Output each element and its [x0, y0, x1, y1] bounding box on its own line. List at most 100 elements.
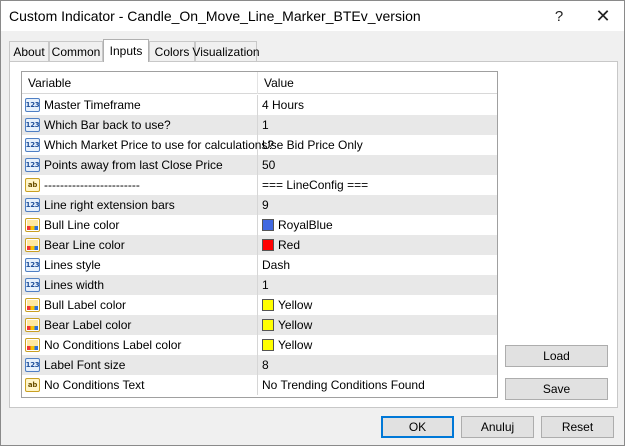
variable-label: No Conditions Label color [44, 338, 182, 352]
title-bar: Custom Indicator - Candle_On_Move_Line_M… [1, 1, 624, 31]
table-row[interactable]: 123 Line right extension bars 9 [22, 195, 497, 215]
grid-rows: 123 Master Timeframe 4 Hours 123 Which Bar b… [22, 95, 497, 395]
value-cell[interactable]: Yellow [258, 315, 497, 335]
load-button[interactable]: Load [505, 345, 608, 367]
variable-label: Lines width [44, 278, 105, 292]
inputs-grid: Variable Value 123 Master Timeframe 4 Hour… [21, 71, 498, 398]
table-row[interactable]: 123 Points away from last Close Price 50 [22, 155, 497, 175]
value-text: Yellow [278, 338, 313, 352]
value-cell[interactable]: Red [258, 235, 497, 255]
value-cell[interactable]: 8 [258, 355, 497, 375]
table-row[interactable]: No Conditions Label color Yellow [22, 335, 497, 355]
color-icon [25, 218, 40, 232]
value-cell[interactable]: 1 [258, 275, 497, 295]
ok-button[interactable]: OK [381, 416, 454, 438]
variable-cell: 123 Lines style [22, 255, 258, 275]
variable-cell: 123 Points away from last Close Price [22, 155, 258, 175]
value-cell[interactable]: 50 [258, 155, 497, 175]
value-cell[interactable]: No Trending Conditions Found [258, 375, 497, 395]
color-swatch [262, 219, 274, 231]
variable-cell: 123 Which Bar back to use? [22, 115, 258, 135]
value-text: RoyalBlue [278, 218, 333, 232]
table-row[interactable]: 123 Lines style Dash [22, 255, 497, 275]
variable-label: Bull Line color [44, 218, 120, 232]
value-cell[interactable]: 4 Hours [258, 95, 497, 115]
color-icon [25, 338, 40, 352]
variable-label: Line right extension bars [44, 198, 175, 212]
variable-label: Which Bar back to use? [44, 118, 171, 132]
value-cell[interactable]: === LineConfig === [258, 175, 497, 195]
variable-cell: Bull Label color [22, 295, 258, 315]
number-icon: 123 [25, 138, 40, 152]
value-cell[interactable]: 1 [258, 115, 497, 135]
variable-cell: No Conditions Label color [22, 335, 258, 355]
value-text: 4 Hours [262, 98, 305, 112]
value-cell[interactable]: Yellow [258, 335, 497, 355]
variable-label: Bull Label color [44, 298, 127, 312]
table-row[interactable]: 123 Which Market Price to use for calcula… [22, 135, 497, 155]
save-button[interactable]: Save [505, 378, 608, 400]
variable-cell: 123 Label Font size [22, 355, 258, 375]
variable-cell: 123 Master Timeframe [22, 95, 258, 115]
table-row[interactable]: 123 Which Bar back to use? 1 [22, 115, 497, 135]
variable-label: Points away from last Close Price [44, 158, 223, 172]
dialog-window: Custom Indicator - Candle_On_Move_Line_M… [0, 0, 625, 446]
column-header-variable[interactable]: Variable [22, 72, 258, 94]
table-row[interactable]: 123 Label Font size 8 [22, 355, 497, 375]
value-text: 50 [262, 158, 276, 172]
table-row[interactable]: Bear Line color Red [22, 235, 497, 255]
color-icon [25, 238, 40, 252]
variable-label: Master Timeframe [44, 98, 141, 112]
variable-cell: 123 Which Market Price to use for calcula… [22, 135, 274, 155]
value-cell[interactable]: 9 [258, 195, 497, 215]
variable-cell: ab ------------------------ [22, 175, 258, 195]
help-icon[interactable]: ? [539, 1, 579, 31]
table-row[interactable]: ab No Conditions Text No Trending Conditio… [22, 375, 497, 395]
value-text: 1 [262, 118, 269, 132]
variable-label: Bear Label color [44, 318, 132, 332]
variable-label: Label Font size [44, 358, 126, 372]
value-cell[interactable]: Yellow [258, 295, 497, 315]
number-icon: 123 [25, 118, 40, 132]
table-row[interactable]: Bull Label color Yellow [22, 295, 497, 315]
value-cell[interactable]: RoyalBlue [258, 215, 497, 235]
table-row[interactable]: Bear Label color Yellow [22, 315, 497, 335]
value-text: Yellow [278, 318, 313, 332]
value-cell[interactable]: Use Bid Price Only [258, 135, 497, 155]
value-text: Use Bid Price Only [262, 138, 363, 152]
variable-label: Which Market Price to use for calculatio… [44, 138, 275, 152]
value-text: Dash [262, 258, 291, 272]
table-row[interactable]: 123 Lines width 1 [22, 275, 497, 295]
grid-header: Variable Value [22, 72, 497, 94]
variable-label: Lines style [44, 258, 101, 272]
reset-button[interactable]: Reset [541, 416, 614, 438]
cancel-button[interactable]: Anuluj [461, 416, 534, 438]
value-text: Red [278, 238, 301, 252]
tab-colors[interactable]: Colors [149, 41, 195, 61]
number-icon: 123 [25, 158, 40, 172]
string-icon: ab [25, 178, 40, 192]
value-text: Yellow [278, 298, 313, 312]
variable-cell: 123 Line right extension bars [22, 195, 258, 215]
number-icon: 123 [25, 98, 40, 112]
close-icon[interactable]: ✕ [583, 1, 623, 31]
value-cell[interactable]: Dash [258, 255, 497, 275]
tab-common[interactable]: Common [49, 41, 103, 61]
number-icon: 123 [25, 198, 40, 212]
variable-cell: ab No Conditions Text [22, 375, 258, 395]
tab-strip: About Common Inputs Colors Visualization [9, 39, 309, 62]
color-icon [25, 298, 40, 312]
table-row[interactable]: Bull Line color RoyalBlue [22, 215, 497, 235]
tab-about[interactable]: About [9, 41, 49, 61]
table-row[interactable]: ab ------------------------ === LineConfig… [22, 175, 497, 195]
table-row[interactable]: 123 Master Timeframe 4 Hours [22, 95, 497, 115]
tab-inputs[interactable]: Inputs [103, 39, 149, 62]
value-text: === LineConfig === [262, 178, 369, 192]
color-swatch [262, 299, 274, 311]
column-header-value[interactable]: Value [258, 72, 497, 94]
tab-visualization[interactable]: Visualization [192, 41, 260, 61]
color-swatch [262, 339, 274, 351]
variable-cell: 123 Lines width [22, 275, 258, 295]
value-text: No Trending Conditions Found [262, 378, 425, 392]
variable-cell: Bear Label color [22, 315, 258, 335]
